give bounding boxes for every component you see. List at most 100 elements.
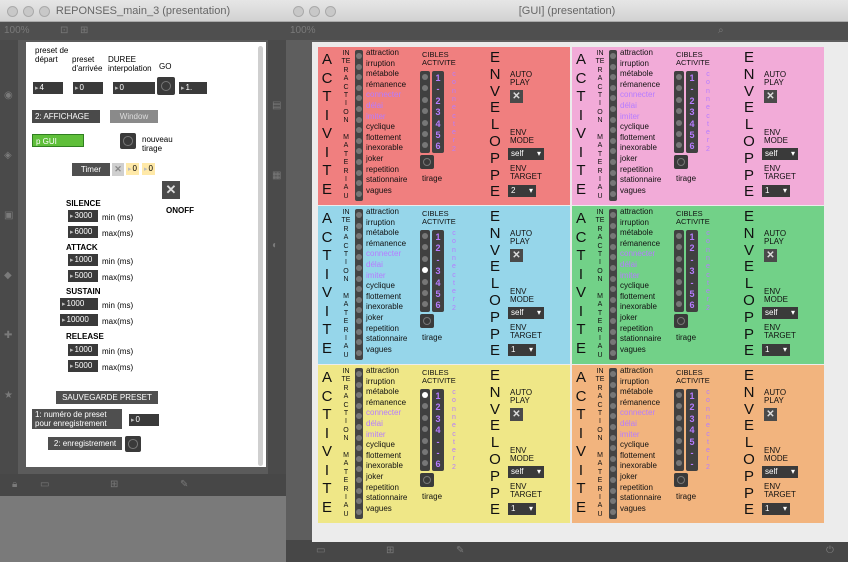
release-max-number[interactable]: 5000 <box>68 360 98 372</box>
attack-min-number[interactable]: 1000 <box>68 254 98 266</box>
cibles-selector-dot[interactable] <box>676 449 682 455</box>
scrollbar[interactable] <box>258 46 263 466</box>
cibles-selector-dot[interactable] <box>422 233 428 239</box>
mode-radio-option[interactable] <box>610 180 616 187</box>
cibles-selector-dot[interactable] <box>422 278 428 285</box>
cibles-selector-dot[interactable] <box>676 244 682 251</box>
cibles-selector-dot[interactable] <box>676 414 682 421</box>
tirage-button[interactable] <box>674 473 688 487</box>
go-button[interactable] <box>157 77 175 95</box>
tirage-button[interactable] <box>420 314 434 328</box>
cibles-selector[interactable] <box>674 230 684 312</box>
mode-radio-option[interactable] <box>610 159 616 165</box>
cibles-selector-dot[interactable] <box>676 301 682 308</box>
mode-radio-option[interactable] <box>610 95 616 102</box>
mode-radio-option[interactable] <box>356 339 362 346</box>
onoff-toggle[interactable]: ✕ <box>162 181 180 199</box>
cibles-selector-dot[interactable] <box>676 392 682 398</box>
search-icon[interactable]: ⌕ <box>718 25 724 37</box>
mode-radio-option[interactable] <box>356 286 362 293</box>
silence-max-number[interactable]: 6000 <box>68 226 98 238</box>
auto-play-toggle[interactable]: ✕ <box>764 408 777 421</box>
mode-radio-option[interactable] <box>610 328 616 335</box>
mode-radio-option[interactable] <box>610 190 616 197</box>
mode-radio-option[interactable] <box>356 455 362 462</box>
mode-radio-option[interactable] <box>610 243 616 250</box>
mode-radio-option[interactable] <box>356 148 362 155</box>
mode-radio-option[interactable] <box>610 508 616 515</box>
cibles-selector-dot[interactable] <box>676 255 682 262</box>
cibles-selector-dot[interactable] <box>676 460 682 467</box>
presentation-icon[interactable]: ▭ <box>40 479 49 491</box>
mode-radio-option[interactable] <box>356 371 362 377</box>
lock-icon-bottom[interactable]: 🔒︎ <box>12 479 17 491</box>
mode-radio-option[interactable] <box>356 381 362 388</box>
right-close-window-button[interactable] <box>293 6 304 17</box>
mode-radio-group[interactable] <box>355 368 363 519</box>
tirage-button[interactable] <box>674 155 688 169</box>
mode-radio-option[interactable] <box>356 424 362 430</box>
release-min-number[interactable]: 1000 <box>68 344 98 356</box>
cibles-selector-dot[interactable] <box>676 142 682 149</box>
mode-radio-option[interactable] <box>356 233 362 240</box>
duree-number[interactable]: 0 <box>113 82 155 94</box>
mode-radio-option[interactable] <box>610 445 616 452</box>
env-mode-dropdown[interactable]: self <box>508 148 544 160</box>
right-sidebar-icon-3[interactable]: ◐ <box>272 240 278 252</box>
mode-radio-option[interactable] <box>610 63 616 70</box>
right-sidebar-icon-2[interactable]: ▦ <box>272 170 281 182</box>
sustain-min-number[interactable]: 1000 <box>60 298 98 310</box>
numero-preset-number[interactable]: 0 <box>129 414 159 426</box>
mode-radio-option[interactable] <box>610 254 616 261</box>
mode-radio-option[interactable] <box>356 466 362 473</box>
env-mode-dropdown[interactable]: self <box>508 466 544 478</box>
cibles-selector-dot[interactable] <box>422 414 428 421</box>
cibles-selector[interactable] <box>420 71 430 153</box>
right-zoom-window-button[interactable] <box>325 6 336 17</box>
cibles-selector-dot[interactable] <box>422 74 428 80</box>
env-target-dropdown[interactable]: 1 <box>508 344 536 356</box>
cibles-selector-dot[interactable] <box>676 290 682 296</box>
minimize-window-button[interactable] <box>23 6 34 17</box>
right-lock-icon[interactable]: ▭ <box>316 545 325 557</box>
cibles-selector-dot[interactable] <box>422 460 428 467</box>
cibles-selector-dot[interactable] <box>422 437 428 444</box>
cibles-selector-dot[interactable] <box>422 403 428 410</box>
right-grid-icon[interactable]: ⊞ <box>386 545 394 557</box>
timer-button[interactable]: Timer <box>72 163 110 176</box>
zoom-level[interactable]: 100% <box>4 25 30 37</box>
mode-radio-option[interactable] <box>356 106 362 112</box>
cibles-selector-dot[interactable] <box>422 131 428 137</box>
mode-radio-option[interactable] <box>356 413 362 420</box>
mode-radio-option[interactable] <box>610 307 616 314</box>
mode-radio-option[interactable] <box>356 190 362 197</box>
mode-radio-option[interactable] <box>610 339 616 346</box>
mode-radio-option[interactable] <box>610 84 616 91</box>
star-icon[interactable]: ★ <box>4 390 13 402</box>
cibles-selector-dot[interactable] <box>422 449 428 455</box>
mode-radio-option[interactable] <box>356 328 362 335</box>
mode-radio-group[interactable] <box>355 209 363 360</box>
sustain-max-number[interactable]: 10000 <box>60 314 98 326</box>
mode-radio-option[interactable] <box>356 180 362 187</box>
cibles-selector-dot[interactable] <box>676 267 682 274</box>
env-mode-dropdown[interactable]: self <box>508 307 544 319</box>
pgui-button[interactable]: p GUI <box>32 134 84 147</box>
mode-radio-option[interactable] <box>356 95 362 102</box>
mode-radio-option[interactable] <box>610 466 616 473</box>
mode-radio-option[interactable] <box>610 477 616 483</box>
cibles-selector-dot[interactable] <box>676 74 682 80</box>
cibles-selector-dot[interactable] <box>422 108 428 115</box>
lock-icon[interactable]: ⊡ <box>60 25 68 37</box>
mode-radio-option[interactable] <box>610 381 616 388</box>
mode-radio-group[interactable] <box>609 368 617 519</box>
mode-radio-option[interactable] <box>610 233 616 240</box>
mode-radio-option[interactable] <box>610 116 616 123</box>
cibles-selector-dot[interactable] <box>422 267 428 274</box>
mode-radio-option[interactable] <box>356 477 362 483</box>
mode-radio-option[interactable] <box>356 254 362 261</box>
mode-radio-option[interactable] <box>610 487 616 494</box>
right-sidebar-icon-1[interactable]: ▤ <box>272 100 281 112</box>
attack-max-number[interactable]: 5000 <box>68 270 98 282</box>
enregistrement-bang[interactable] <box>125 436 141 452</box>
